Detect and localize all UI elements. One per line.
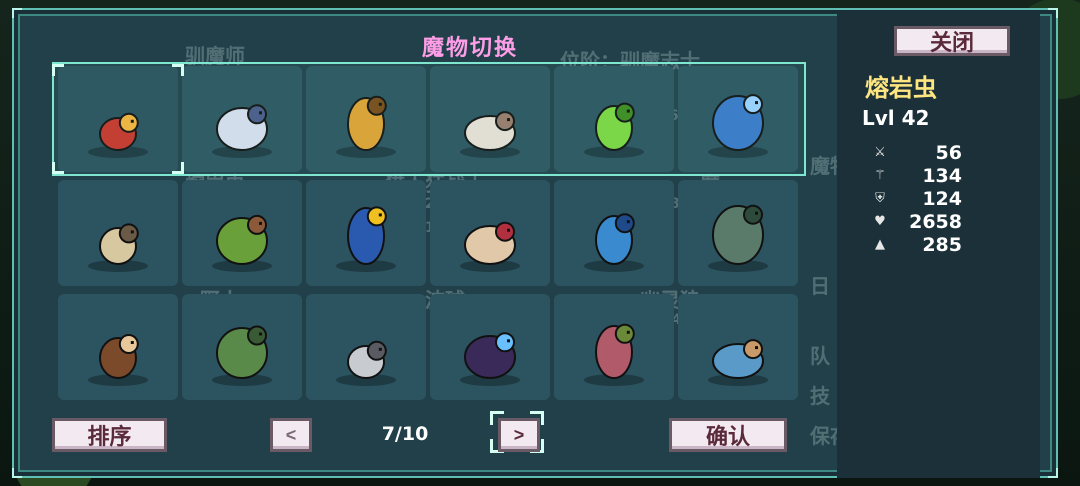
thorn-beast-sprite bbox=[584, 323, 644, 386]
frame-corner bbox=[1048, 8, 1058, 18]
moss-golem-sprite bbox=[212, 325, 272, 386]
ram-beast-sprite bbox=[460, 221, 520, 272]
monster-slot-blue-dragon[interactable] bbox=[554, 180, 674, 286]
sort-button[interactable]: 排序 bbox=[52, 418, 167, 452]
boot-icon: ▲ bbox=[875, 237, 885, 252]
cursor-bracket bbox=[172, 64, 184, 76]
monster-slot-moss-golem[interactable] bbox=[182, 294, 302, 400]
swamp-troll-sprite bbox=[708, 204, 768, 272]
selected-monster-name: 熔岩虫 bbox=[865, 74, 937, 102]
frame-corner bbox=[1048, 468, 1058, 478]
monster-slot-treasure-chest[interactable] bbox=[58, 180, 178, 286]
row-selection-frame bbox=[52, 62, 806, 176]
stat-row: ⛨ 124 bbox=[872, 188, 962, 210]
monster-slot-swamp-troll[interactable] bbox=[678, 180, 798, 286]
page-indicator: 7/10 bbox=[381, 423, 429, 445]
confirm-button[interactable]: 确认 bbox=[669, 418, 787, 452]
furry-yeti-sprite bbox=[88, 334, 148, 386]
next-page-button[interactable]: > bbox=[498, 418, 540, 452]
close-button[interactable]: 关闭 bbox=[894, 26, 1010, 56]
blue-dragon-sprite bbox=[584, 213, 644, 272]
monster-slot-goblin-warrior[interactable] bbox=[182, 180, 302, 286]
stat-value: 134 bbox=[922, 165, 962, 187]
stat-value: 56 bbox=[935, 142, 962, 164]
cursor-bracket bbox=[52, 162, 64, 174]
frame-corner bbox=[12, 8, 22, 18]
stat-value: 285 bbox=[922, 234, 962, 256]
monster-slot-hooded-mage[interactable] bbox=[430, 294, 550, 400]
stat-row: ♥ 2658 bbox=[872, 211, 962, 233]
monster-slot-blue-penguin[interactable] bbox=[306, 180, 426, 286]
blue-penguin-sprite bbox=[336, 206, 396, 272]
stat-row: ▲ 285 bbox=[872, 234, 962, 256]
selected-monster-level: Lvl 42 bbox=[862, 106, 930, 130]
dialog-title: 魔物切换 bbox=[421, 36, 518, 61]
stat-value: 2658 bbox=[909, 211, 962, 233]
cursor-bracket bbox=[52, 64, 64, 76]
gray-spider-sprite bbox=[336, 340, 396, 386]
monster-slot-thorn-beast[interactable] bbox=[554, 294, 674, 400]
monster-slot-blue-imp[interactable] bbox=[678, 294, 798, 400]
monster-slot-furry-yeti[interactable] bbox=[58, 294, 178, 400]
stat-value: 124 bbox=[922, 188, 962, 210]
shield-icon: ⛨ bbox=[875, 191, 885, 206]
stat-row: ⚚ 134 bbox=[872, 165, 962, 187]
sword-icon: ⚔ bbox=[874, 145, 886, 160]
goblin-warrior-sprite bbox=[212, 214, 272, 272]
hooded-mage-sprite bbox=[460, 332, 520, 386]
blue-imp-sprite bbox=[708, 339, 768, 386]
magic-staff-icon: ⚚ bbox=[874, 168, 886, 183]
cursor-bracket bbox=[172, 162, 184, 174]
monster-slot-gray-spider[interactable] bbox=[306, 294, 426, 400]
frame-corner bbox=[12, 468, 22, 478]
stat-row: ⚔ 56 bbox=[872, 142, 962, 164]
prev-page-button[interactable]: < bbox=[270, 418, 312, 452]
monster-slot-ram-beast[interactable] bbox=[430, 180, 550, 286]
treasure-chest-sprite bbox=[88, 223, 148, 272]
heart-icon: ♥ bbox=[874, 214, 886, 229]
